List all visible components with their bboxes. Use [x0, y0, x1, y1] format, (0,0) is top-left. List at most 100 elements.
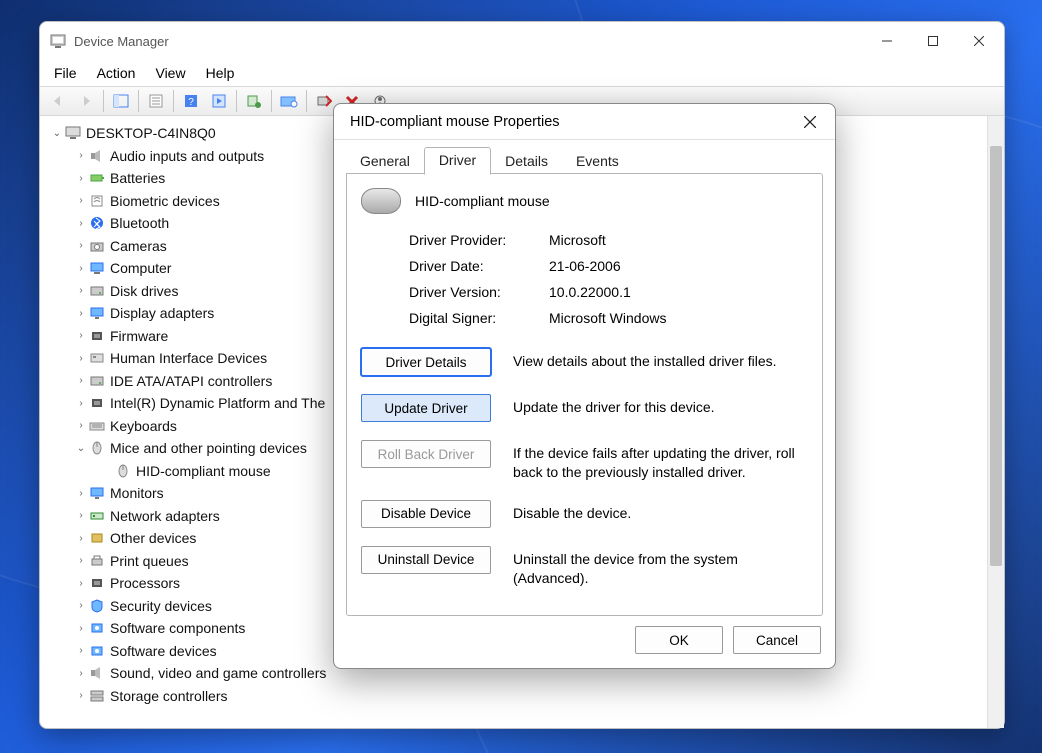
tree-category-label: Cameras	[110, 238, 167, 254]
tree-category-label: Batteries	[110, 170, 165, 186]
tree-category[interactable]: › Storage controllers	[46, 685, 987, 708]
tree-category-label: Monitors	[110, 485, 164, 501]
expand-icon[interactable]: ›	[74, 353, 88, 364]
tree-category-label: IDE ATA/ATAPI controllers	[110, 373, 272, 389]
menu-view[interactable]: View	[145, 63, 195, 83]
update-driver-desc: Update the driver for this device.	[513, 394, 808, 417]
expand-icon[interactable]: ›	[74, 173, 88, 184]
expand-icon[interactable]: ›	[74, 510, 88, 521]
category-icon	[88, 148, 106, 164]
computer-icon	[64, 125, 82, 141]
category-icon	[88, 305, 106, 321]
forward-button[interactable]	[72, 89, 100, 113]
category-icon	[88, 170, 106, 186]
disable-device-desc: Disable the device.	[513, 500, 808, 523]
collapse-icon[interactable]: ⌄	[50, 128, 64, 139]
expand-icon[interactable]: ›	[74, 240, 88, 251]
category-icon	[88, 643, 106, 659]
category-icon	[88, 530, 106, 546]
expand-icon[interactable]: ›	[74, 285, 88, 296]
digital-signer-value: Microsoft Windows	[549, 310, 808, 326]
expand-icon[interactable]: ›	[74, 488, 88, 499]
uninstall-device-button[interactable]: Uninstall Device	[361, 546, 491, 574]
tree-category-label: Disk drives	[110, 283, 178, 299]
update-driver-button[interactable]	[240, 89, 268, 113]
close-button[interactable]	[956, 22, 1002, 60]
cancel-button[interactable]: Cancel	[733, 626, 821, 654]
category-icon	[88, 238, 106, 254]
ok-button[interactable]: OK	[635, 626, 723, 654]
dialog-close-button[interactable]	[793, 107, 827, 137]
show-hide-tree-button[interactable]	[107, 89, 135, 113]
scan-hardware-button[interactable]	[275, 89, 303, 113]
tree-category-label: Biometric devices	[110, 193, 220, 209]
properties-button[interactable]	[142, 89, 170, 113]
dialog-title: HID-compliant mouse Properties	[350, 114, 560, 130]
tree-category-label: Audio inputs and outputs	[110, 148, 264, 164]
expand-icon[interactable]: ›	[74, 533, 88, 544]
maximize-button[interactable]	[910, 22, 956, 60]
back-button[interactable]	[44, 89, 72, 113]
expand-icon[interactable]: ›	[74, 330, 88, 341]
expand-icon[interactable]: ›	[74, 150, 88, 161]
expand-icon[interactable]: ›	[74, 555, 88, 566]
roll-back-driver-button: Roll Back Driver	[361, 440, 491, 468]
expand-icon[interactable]: ›	[74, 600, 88, 611]
tree-category-label: Firmware	[110, 328, 168, 344]
update-driver-button[interactable]: Update Driver	[361, 394, 491, 422]
tree-category-label: Storage controllers	[110, 688, 228, 704]
tree-category-label: Keyboards	[110, 418, 177, 434]
window-title: Device Manager	[74, 34, 169, 49]
tree-root-label: DESKTOP-C4IN8Q0	[86, 125, 216, 141]
digital-signer-label: Digital Signer:	[409, 310, 549, 326]
category-icon	[88, 418, 106, 434]
expand-icon[interactable]: ›	[74, 308, 88, 319]
expand-icon[interactable]: ›	[74, 398, 88, 409]
scroll-thumb[interactable]	[990, 146, 1002, 566]
expand-icon[interactable]: ›	[74, 263, 88, 274]
category-icon	[88, 328, 106, 344]
tree-category-label: Software devices	[110, 643, 217, 659]
expand-icon[interactable]: ›	[74, 420, 88, 431]
expand-icon[interactable]: ›	[74, 375, 88, 386]
action-button[interactable]	[205, 89, 233, 113]
driver-details-button[interactable]: Driver Details	[361, 348, 491, 376]
driver-version-label: Driver Version:	[409, 284, 549, 300]
menu-action[interactable]: Action	[87, 63, 146, 83]
tree-category-label: Processors	[110, 575, 180, 591]
category-icon	[88, 350, 106, 366]
tree-category-label: Network adapters	[110, 508, 220, 524]
help-button[interactable]: ?	[177, 89, 205, 113]
menu-file[interactable]: File	[44, 63, 87, 83]
expand-icon[interactable]: ›	[74, 578, 88, 589]
mouse-icon	[361, 188, 401, 214]
roll-back-driver-desc: If the device fails after updating the d…	[513, 440, 808, 482]
expand-icon[interactable]: ⌄	[74, 443, 88, 454]
category-icon	[88, 688, 106, 704]
expand-icon[interactable]: ›	[74, 218, 88, 229]
tab-general[interactable]: General	[346, 149, 424, 175]
category-icon	[88, 485, 106, 501]
disable-device-button[interactable]: Disable Device	[361, 500, 491, 528]
tree-category-label: Software components	[110, 620, 245, 636]
tree-category-label: Sound, video and game controllers	[110, 665, 326, 681]
tree-category-label: Display adapters	[110, 305, 214, 321]
category-icon	[88, 373, 106, 389]
dialog-body: HID-compliant mouse Driver Provider: Mic…	[346, 173, 823, 616]
expand-icon[interactable]: ›	[74, 668, 88, 679]
svg-text:?: ?	[188, 97, 194, 108]
expand-icon[interactable]: ›	[74, 645, 88, 656]
tree-category-label: Computer	[110, 260, 171, 276]
expand-icon[interactable]: ›	[74, 623, 88, 634]
minimize-button[interactable]	[864, 22, 910, 60]
titlebar: Device Manager	[40, 22, 1004, 60]
tab-details[interactable]: Details	[491, 149, 562, 175]
driver-date-value: 21-06-2006	[549, 258, 808, 274]
vertical-scrollbar[interactable]	[987, 116, 1004, 728]
menu-help[interactable]: Help	[196, 63, 245, 83]
tab-driver[interactable]: Driver	[424, 147, 491, 175]
tab-events[interactable]: Events	[562, 149, 633, 175]
mouse-icon	[114, 463, 132, 479]
expand-icon[interactable]: ›	[74, 690, 88, 701]
expand-icon[interactable]: ›	[74, 195, 88, 206]
